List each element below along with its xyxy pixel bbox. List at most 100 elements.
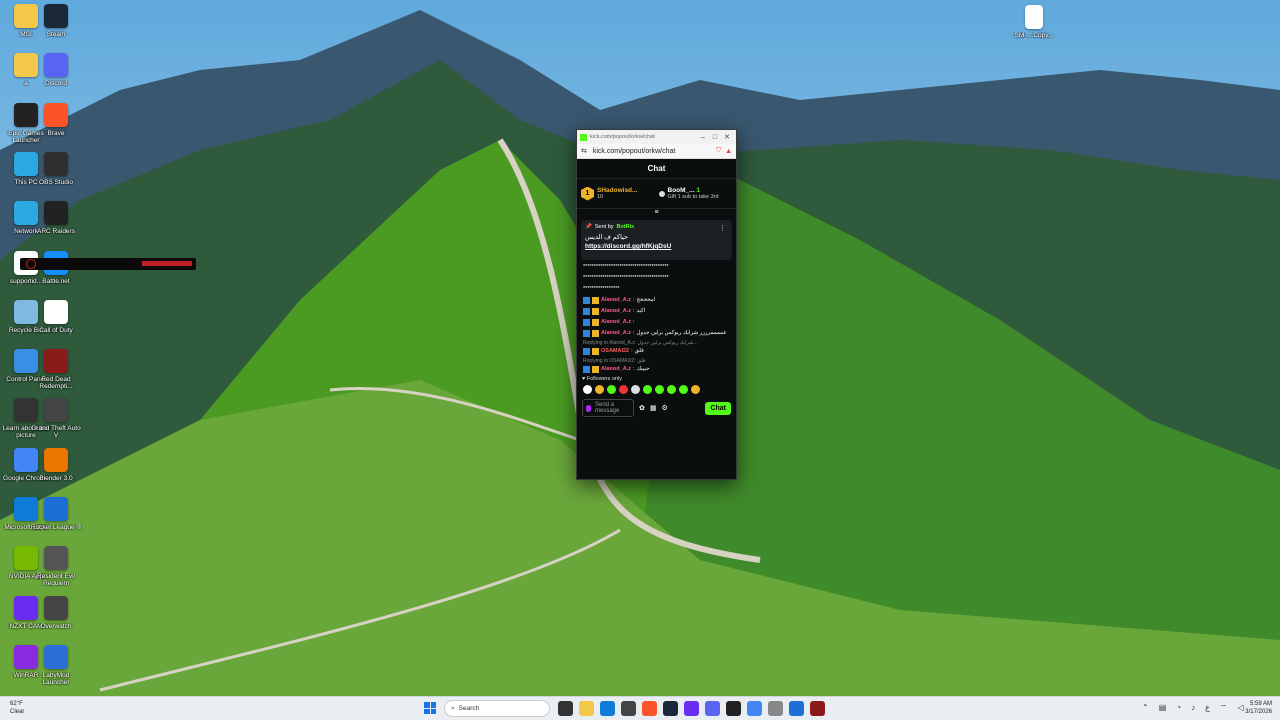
- brave-icon[interactable]: [642, 701, 657, 716]
- chat-message[interactable]: Alanod_A.z: امخخخخ: [583, 296, 730, 304]
- desktop-icon-label: LabyMod Launcher: [42, 671, 70, 686]
- desktop-icon[interactable]: Steam: [30, 4, 82, 58]
- site-settings-icon[interactable]: ⇆: [581, 147, 587, 155]
- settings-gear-icon[interactable]: ⚙: [662, 404, 668, 412]
- chat-message[interactable]: OSAMAI22: قلق: [583, 347, 730, 355]
- emote-icon[interactable]: [667, 385, 676, 394]
- language-icon[interactable]: ع: [1205, 703, 1210, 713]
- network-icon[interactable]: ◔: [1176, 703, 1181, 713]
- more-options-icon[interactable]: ⋮: [719, 224, 726, 232]
- chat-message-text: ****************************************: [583, 275, 669, 281]
- desktop-icon[interactable]: Brave: [30, 102, 82, 157]
- chat-message[interactable]: ****************************************: [583, 274, 730, 282]
- app-icon[interactable]: [810, 701, 825, 716]
- desktop-icon[interactable]: Grand Theft Auto V: [30, 398, 82, 452]
- mic-icon[interactable]: ♪: [1191, 703, 1195, 713]
- store-icon[interactable]: [621, 701, 636, 716]
- desktop-icon[interactable]: ARC Raiders: [30, 201, 82, 255]
- edge-icon[interactable]: [600, 701, 615, 716]
- pinned-link[interactable]: https://discord.gg/hfKjqDsU: [585, 243, 728, 250]
- message-input[interactable]: Send a message: [582, 399, 634, 417]
- emote-picker-icon[interactable]: ✿: [639, 404, 645, 412]
- emote-icon[interactable]: [631, 385, 640, 394]
- chat-username[interactable]: Alanod_A.z: [601, 329, 631, 337]
- emote-bar[interactable]: [577, 382, 736, 397]
- emote-icon[interactable]: [691, 385, 700, 394]
- progress-fill: [142, 261, 192, 266]
- chat-username[interactable]: Alanod_A.z: [601, 318, 631, 326]
- winrar-tray-icon[interactable]: ▤: [1159, 703, 1167, 713]
- close-icon[interactable]: ✕: [721, 133, 733, 141]
- chat-popout-window[interactable]: kick.com/popout/orkw/chat – □ ✕ ⇆ kick.c…: [576, 129, 737, 480]
- chrome-icon[interactable]: [747, 701, 762, 716]
- desktop-icon[interactable]: Call of Duty: [30, 299, 82, 354]
- emote-icon[interactable]: [595, 385, 604, 394]
- chat-message[interactable]: Alanod_A.z:: [583, 318, 730, 326]
- emote-icon[interactable]: [619, 385, 628, 394]
- leaderboard-first[interactable]: 1 SHadowisd... 10: [581, 182, 655, 205]
- settings-icon[interactable]: [768, 701, 783, 716]
- badge-icon: [583, 347, 590, 355]
- window-titlebar[interactable]: kick.com/popout/orkw/chat – □ ✕: [577, 130, 736, 144]
- desktop-icon[interactable]: LabyMod Launcher: [30, 644, 82, 699]
- volume-icon[interactable]: ◁: [1237, 703, 1243, 713]
- chevron-up-icon[interactable]: ⌃: [1142, 703, 1149, 713]
- discord-icon[interactable]: [705, 701, 720, 716]
- leaderboard-second[interactable]: BooM_... 1 Gift 1 sub to take 3rd: [658, 182, 733, 205]
- sub-badge-icon: [592, 329, 599, 337]
- pinned-sent-by: Sent by: [594, 224, 614, 230]
- emote-icon[interactable]: [679, 385, 688, 394]
- chat-username[interactable]: Alanod_A.z: [601, 307, 631, 315]
- chat-title: Chat: [577, 159, 736, 179]
- chat-username[interactable]: Alanod_A.z: [601, 365, 631, 373]
- chat-message[interactable]: ****************************************: [583, 263, 730, 271]
- desktop-icon-label: ARC Raiders: [37, 228, 75, 236]
- app-icon: [44, 299, 68, 324]
- collapse-handle-icon[interactable]: ≡: [577, 209, 736, 217]
- brave-shield-icon[interactable]: ⛉: [716, 147, 721, 155]
- maximize-icon[interactable]: □: [709, 134, 721, 141]
- emote-icon[interactable]: [583, 385, 592, 394]
- chat-message[interactable]: Alanod_A.z: اكيد: [583, 307, 730, 315]
- app-icon[interactable]: [789, 701, 804, 716]
- task-view-icon[interactable]: [558, 701, 573, 716]
- chat-message[interactable]: Alanod_A.z: عممممرررر شرايك ريوكس برلين ج…: [583, 329, 730, 337]
- sub-badge-icon: [592, 296, 599, 304]
- desktop-icon[interactable]: Overwatch: [30, 595, 82, 650]
- desktop-icon-label: Overwatch: [40, 622, 72, 630]
- emote-icon[interactable]: [655, 385, 664, 394]
- desktop-file-icon[interactable]: SM_...Copy...: [1008, 5, 1060, 59]
- clock[interactable]: 5:59 AM 3/17/2026: [1245, 700, 1272, 716]
- file-explorer-icon[interactable]: [579, 701, 594, 716]
- windows-start-icon[interactable]: [424, 702, 436, 714]
- wifi-icon[interactable]: ⌔: [1220, 703, 1228, 713]
- address-bar[interactable]: ⇆ kick.com/popout/orkw/chat ⛉ ▲: [577, 144, 736, 159]
- desktop-icon[interactable]: Rocket League ®: [30, 497, 82, 551]
- send-chat-button[interactable]: Chat: [705, 401, 731, 415]
- rewards-icon[interactable]: ▲: [725, 148, 732, 155]
- emote-icon[interactable]: [643, 385, 652, 394]
- clock-date: 3/17/2026: [1245, 709, 1272, 715]
- desktop-icon[interactable]: Blender 3.0: [30, 447, 82, 502]
- steam-icon[interactable]: [663, 701, 678, 716]
- window-title: kick.com/popout/orkw/chat: [590, 134, 655, 140]
- chat-message-text: عممممرررر شرايك ريوكس برلين جدول: [636, 330, 727, 336]
- emote-icon[interactable]: [607, 385, 616, 394]
- minimize-icon[interactable]: –: [697, 134, 709, 141]
- weather-widget[interactable]: 62°F Clear: [10, 700, 24, 716]
- desktop-icon[interactable]: Resident Evil Requiem: [30, 546, 82, 600]
- chat-username[interactable]: OSAMAI22: [601, 347, 629, 355]
- desktop-icon[interactable]: OBS Studio: [30, 151, 82, 206]
- desktop-icon[interactable]: Discord: [30, 53, 82, 107]
- pinned-message: 📌 Sent by BotRix حياكم ف الديس https://d…: [581, 220, 732, 260]
- url-text[interactable]: kick.com/popout/orkw/chat: [593, 148, 716, 155]
- terminal-icon[interactable]: [726, 701, 741, 716]
- store-icon[interactable]: ▦: [650, 404, 657, 412]
- taskbar-search[interactable]: ⌕ Search: [444, 700, 550, 717]
- clock-time: 5:59 AM: [1249, 701, 1272, 707]
- desktop-icon[interactable]: Red Dead Redempti...: [30, 349, 82, 403]
- nzxt-icon[interactable]: [684, 701, 699, 716]
- chat-username[interactable]: Alanod_A.z: [601, 296, 631, 304]
- chat-message[interactable]: *****************: [583, 285, 730, 293]
- chat-message[interactable]: Alanod_A.z: جيييك: [583, 365, 730, 373]
